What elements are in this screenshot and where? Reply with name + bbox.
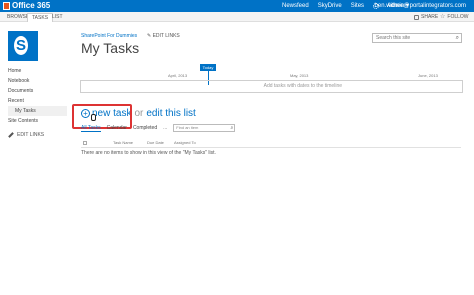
find-item-input[interactable]: Find an item ⌕ [173, 124, 236, 132]
ql-item-documents[interactable]: Documents [8, 86, 73, 96]
ql-edit-links-button[interactable]: EDIT LINKS [8, 132, 73, 138]
follow-label: FOLLOW [447, 14, 469, 20]
user-email[interactable]: ben.withee@portalintegrators.com [375, 1, 466, 11]
sharepoint-logo[interactable]: S [8, 31, 38, 61]
view-all-tasks[interactable]: All Tasks [81, 125, 101, 132]
ql-item-notebook[interactable]: Notebook [8, 76, 73, 86]
timeline-month: June, 2013 [418, 73, 438, 78]
mouse-cursor-icon [91, 114, 97, 122]
ql-item-home[interactable]: Home [8, 66, 73, 76]
more-views-button[interactable]: ... [163, 125, 167, 131]
timeline-month: May, 2013 [290, 73, 309, 78]
app-title[interactable]: Office 365 [12, 1, 50, 11]
pencil-icon [8, 132, 14, 138]
page-title: My Tasks [81, 40, 140, 56]
view-calendar[interactable]: Calendar [107, 125, 127, 131]
nav-newsfeed[interactable]: Newsfeed [282, 1, 309, 11]
edit-list-link[interactable]: edit this list [146, 108, 195, 119]
view-completed[interactable]: Completed [133, 125, 157, 131]
ribbon-bar: BROWSE TASKS LIST SHARE ☆ FOLLOW [0, 12, 474, 22]
today-marker: Today [200, 64, 216, 71]
follow-button[interactable]: ☆ FOLLOW [440, 13, 469, 22]
column-assigned-to[interactable]: Assigned To [174, 140, 196, 145]
share-icon [414, 15, 419, 20]
share-label: SHARE [421, 14, 439, 20]
star-icon: ☆ [440, 14, 446, 20]
tab-list[interactable]: LIST [48, 13, 67, 22]
suite-bar: Office 365 Newsfeed SkyDrive Sites ... A… [0, 0, 474, 12]
nav-skydrive[interactable]: SkyDrive [318, 1, 342, 11]
timeline-drop-area[interactable]: Add tasks with dates to the timeline [80, 81, 463, 93]
search-icon[interactable]: ⌕ [456, 35, 459, 41]
nav-sites[interactable]: Sites [351, 1, 364, 11]
office-logo-icon[interactable] [3, 2, 10, 10]
select-all-checkbox[interactable] [83, 141, 87, 145]
pencil-icon: ✎ [147, 33, 152, 39]
column-due-date[interactable]: Due Date [147, 140, 164, 145]
ql-edit-links-label: EDIT LINKS [17, 132, 45, 138]
edit-links-top-button[interactable]: ✎ EDIT LINKS [147, 33, 180, 39]
ql-item-my-tasks[interactable]: My Tasks [8, 106, 67, 116]
find-item-placeholder: Find an item [176, 125, 199, 130]
ql-item-recent[interactable]: Recent [8, 96, 73, 106]
edit-links-top-label: EDIT LINKS [152, 33, 180, 39]
search-icon[interactable]: ⌕ [230, 125, 233, 131]
site-search-input[interactable]: Search this site ⌕ [372, 33, 462, 43]
sharepoint-s-icon: S [14, 36, 28, 55]
quick-launch: Home Notebook Documents Recent My Tasks … [8, 66, 73, 138]
empty-list-message: There are no items to show in this view … [81, 150, 216, 156]
or-text: or [134, 108, 144, 119]
view-selector: All Tasks Calendar Completed ... Find an… [81, 124, 236, 132]
column-task-name[interactable]: Task Name [113, 140, 133, 145]
breadcrumb[interactable]: SharePoint For Dummies [81, 33, 137, 39]
list-column-headers: Task Name Due Date Assigned To [81, 140, 461, 148]
ql-item-site-contents[interactable]: Site Contents [8, 116, 73, 126]
share-button[interactable]: SHARE [414, 13, 438, 22]
site-search-placeholder: Search this site [376, 35, 411, 41]
timeline: Today April, 2013 May, 2013 June, 2013 A… [80, 63, 463, 95]
timeline-month: April, 2013 [168, 73, 188, 78]
